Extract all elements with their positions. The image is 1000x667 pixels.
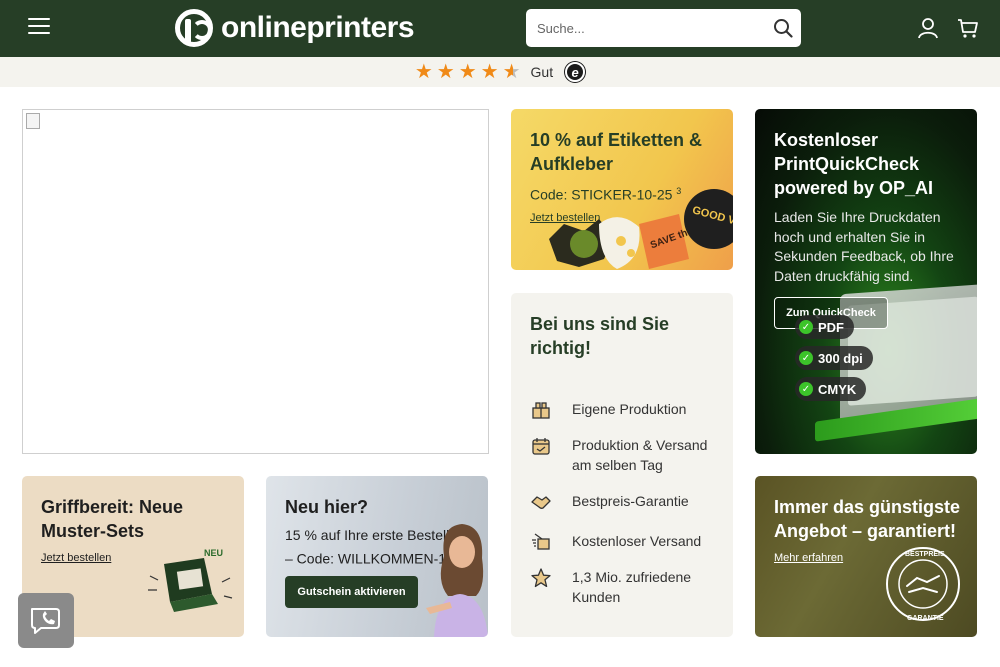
rating-stars: ★ ★ ★ ★ ★ [415,62,521,82]
star-outline-icon [531,568,551,588]
benefit-label: Produktion & Versand am selben Tag [572,437,708,473]
best-price-card[interactable]: Immer das günstigste Angebot – garantier… [755,476,977,637]
activate-voucher-button[interactable]: Gutschein aktivieren [285,576,418,608]
factory-icon [532,402,550,419]
muster-order-link[interactable]: Jetzt bestellen [41,552,111,564]
benefit-item: Eigene Produktion [530,399,725,421]
sticker-promo-card[interactable]: 10 % auf Etiketten & Aufkleber Code: STI… [511,109,733,270]
search-input[interactable] [526,9,756,47]
new-customer-card[interactable]: Neu hier? 15 % auf Ihre erste Bestellung… [266,476,488,637]
hero-banner-image[interactable] [22,109,489,454]
handshake-icon [531,496,551,509]
checkmark-icon: ✓ [799,320,813,334]
benefits-card: Bei uns sind Sie richtig! Eigene Produkt… [511,293,733,637]
quickcheck-promo-card[interactable]: Kostenloser PrintQuickCheck powered by O… [755,109,977,454]
star-icon: ★ [480,61,499,83]
seal-top-text: BESTPREIS [905,551,945,558]
logo-text: onlineprinters [221,11,415,44]
star-icon: ★ [458,61,477,83]
check-label: 300 dpi [818,350,863,366]
logo[interactable]: onlineprinters [175,8,415,48]
quickcheck-description: Laden Sie Ihre Druckdaten hoch und erhal… [774,209,954,284]
benefits-title: Bei uns sind Sie richtig! [530,314,670,358]
trusted-shops-icon: e [565,62,586,82]
neu-badge-text: NEU [204,548,223,558]
check-pill-cmyk: ✓ CMYK [795,377,867,401]
benefit-label: Eigene Produktion [572,401,687,417]
check-label: CMYK [818,381,857,397]
sticker-card-title: 10 % auf Etiketten & Aufkleber [530,130,703,174]
user-account-icon[interactable] [917,17,939,39]
checkmark-icon: ✓ [799,351,813,365]
rating-bar[interactable]: ★ ★ ★ ★ ★ Gut e [0,57,1000,87]
benefit-item: Bestpreis-Garantie [530,491,725,513]
rating-label: Gut [530,64,554,80]
delivery-box-icon [532,533,550,550]
calendar-icon [532,438,550,455]
search-box [526,9,801,47]
benefit-item: Kostenloser Versand [530,531,725,553]
search-icon[interactable] [773,18,793,38]
benefit-item: Produktion & Versand am selben Tag [530,435,725,475]
sticker-illustration: SAVE the DATE GOOD VIBES ONLY [549,189,733,269]
benefit-label: 1,3 Mio. zufriedene Kunden [572,569,692,605]
woman-photo [426,524,488,637]
check-label: PDF [818,319,844,335]
logo-mark-icon [175,9,213,47]
benefit-item: 1,3 Mio. zufriedene Kunden [530,567,725,607]
menu-hamburger-icon[interactable] [28,18,50,36]
benefit-label: Bestpreis-Garantie [572,493,689,509]
quickcheck-title: Kostenloser PrintQuickCheck powered by O… [774,130,934,198]
sample-box-illustration: NEU [148,548,233,612]
star-half-icon: ★ [502,61,521,83]
muster-title: Griffbereit: Neue Muster-Sets [41,497,184,541]
seal-bottom-text: GARANTIE [907,615,944,622]
chat-support-button[interactable] [18,593,74,648]
best-price-seal-icon: BESTPREIS GARANTIE [886,547,960,622]
top-header: onlineprinters [0,0,1000,57]
star-icon: ★ [414,61,433,83]
broken-image-icon [26,113,40,129]
checkmark-icon: ✓ [799,382,813,396]
shopping-cart-icon[interactable] [957,17,979,39]
check-pill-dpi: ✓ 300 dpi [795,346,873,370]
bestpreis-more-link[interactable]: Mehr erfahren [774,552,843,564]
bestpreis-title: Immer das günstigste Angebot – garantier… [774,497,961,541]
check-pill-pdf: ✓ PDF [795,315,854,339]
star-icon: ★ [436,61,455,83]
benefit-label: Kostenloser Versand [572,533,702,549]
chat-phone-icon [31,607,60,634]
